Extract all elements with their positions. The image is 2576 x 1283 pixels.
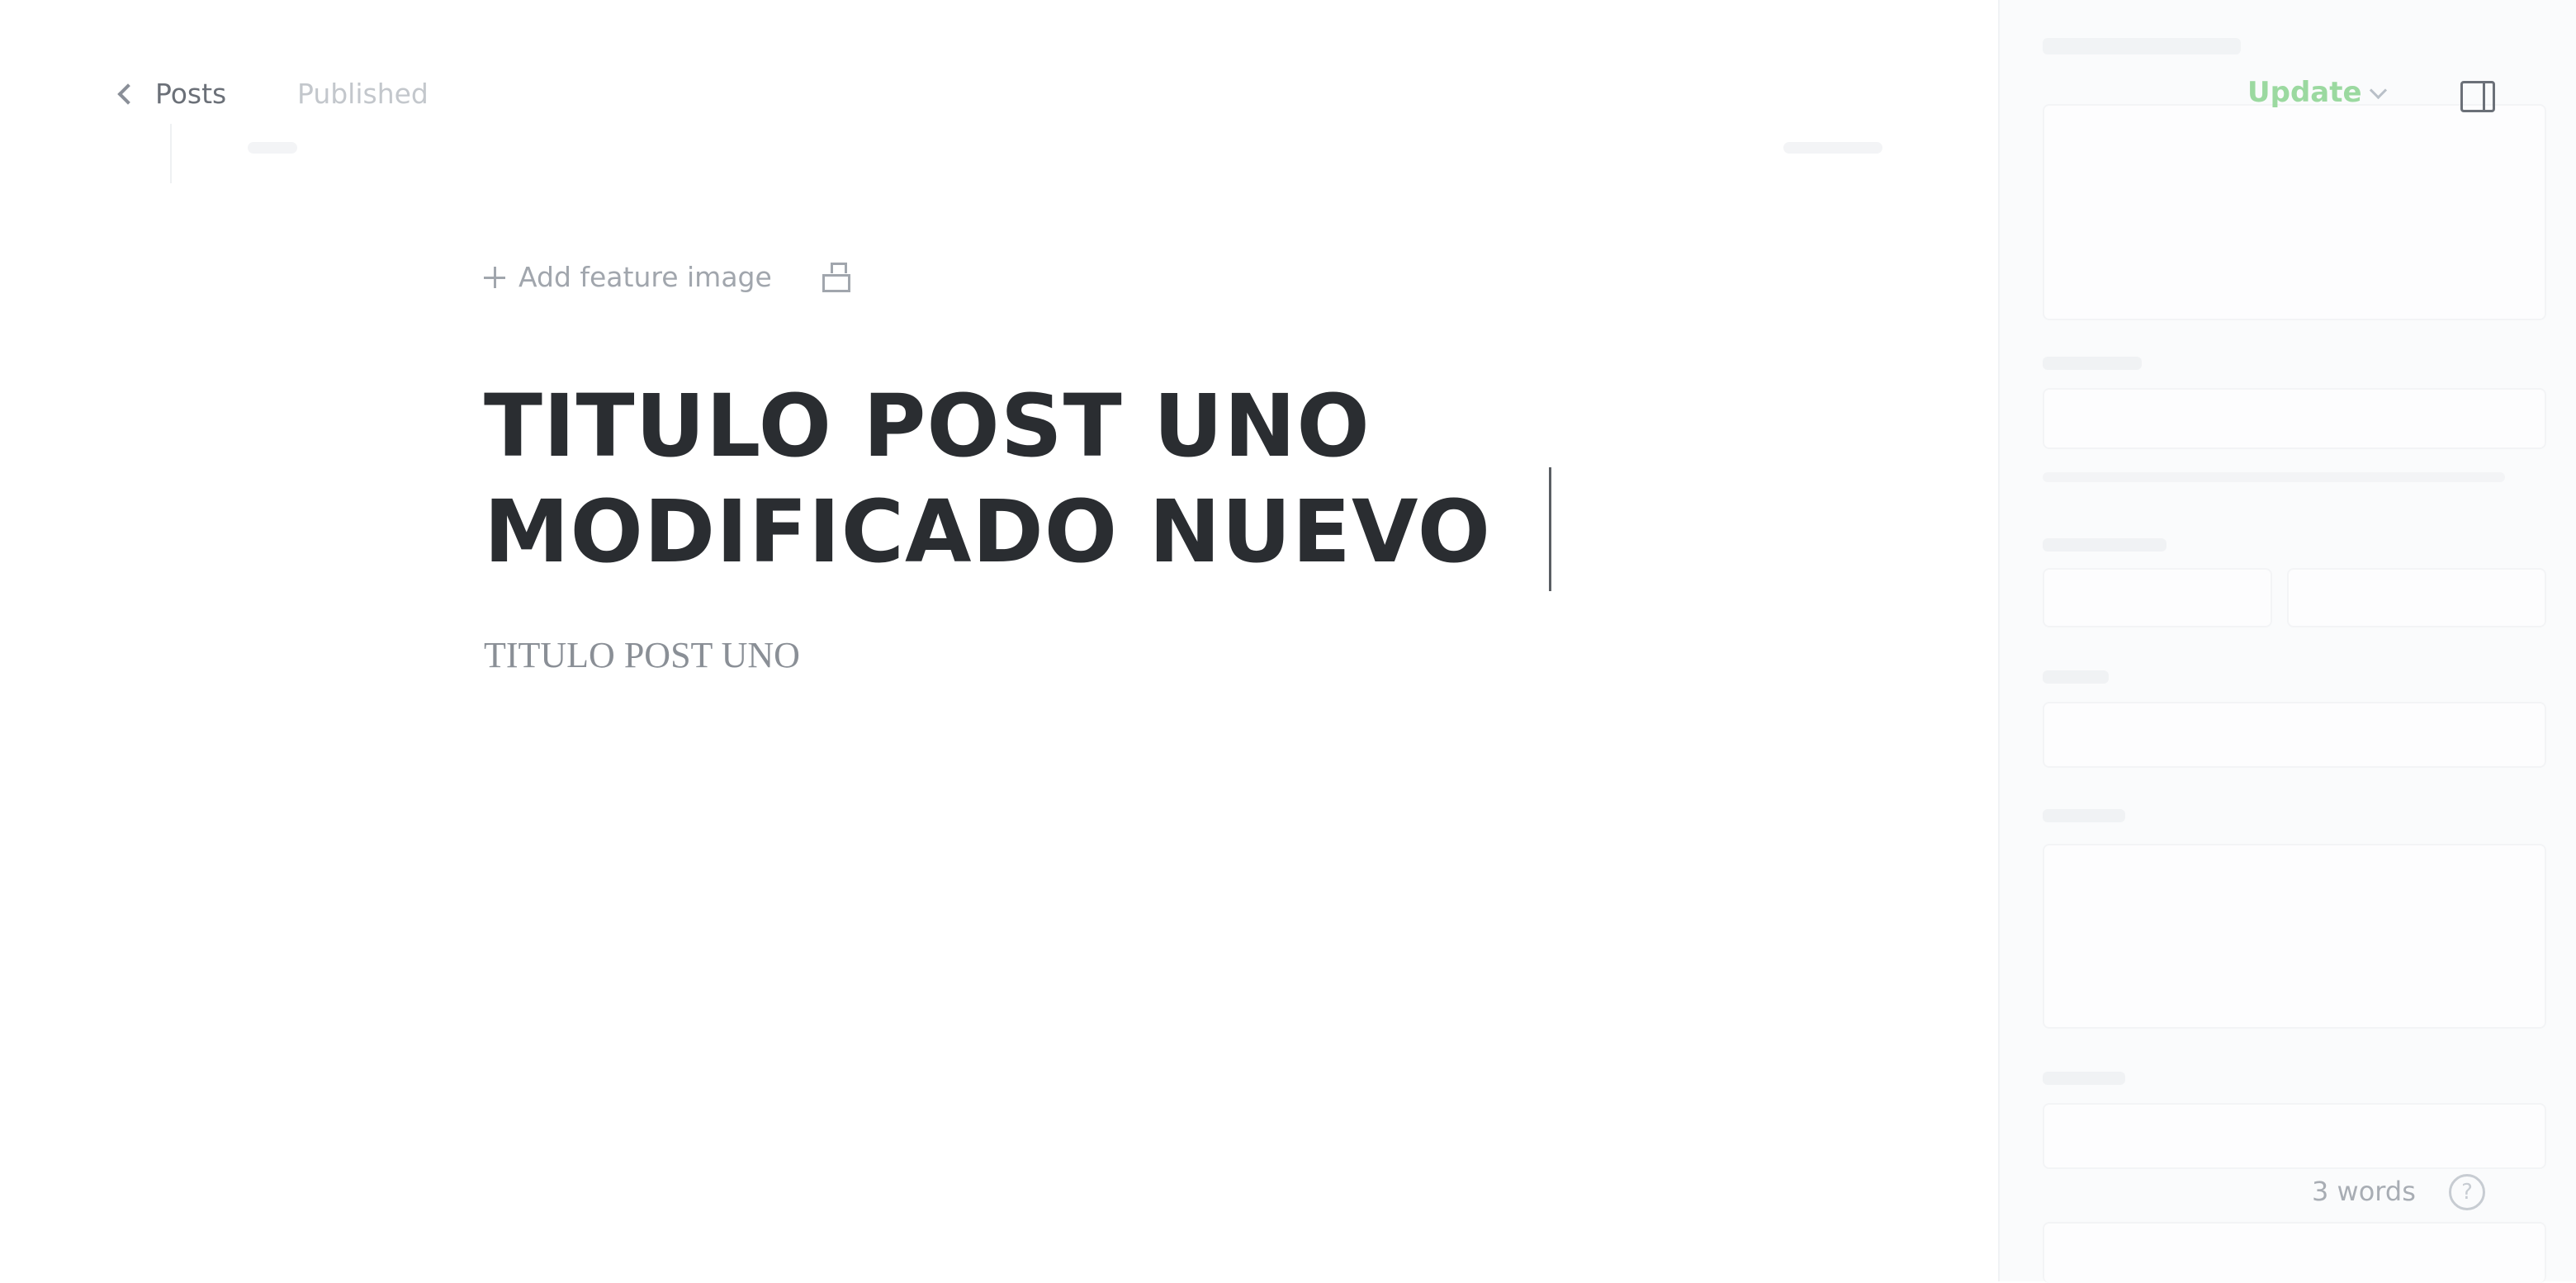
ghost-line — [1783, 142, 1882, 154]
field-label-placeholder — [2043, 670, 2109, 684]
publish-time-field[interactable] — [2287, 568, 2546, 627]
back-to-posts-link[interactable]: Posts — [117, 78, 227, 110]
ghost-line — [248, 142, 297, 154]
ghost-divider — [170, 124, 172, 183]
update-button[interactable]: Update — [2247, 76, 2387, 109]
field-label-placeholder — [2043, 357, 2142, 370]
publish-date-field[interactable] — [2043, 568, 2272, 627]
chevron-down-icon — [2369, 81, 2387, 99]
field-label-placeholder — [2043, 538, 2166, 552]
sidebar-title-placeholder — [2043, 38, 2241, 54]
field-label-placeholder — [2043, 1072, 2125, 1085]
post-title-input[interactable]: TITULO POST UNO MODIFICADO NUEVO — [484, 373, 1574, 585]
unsplash-icon[interactable] — [822, 263, 850, 292]
authors-field[interactable] — [2043, 1103, 2546, 1169]
url-field[interactable] — [2043, 388, 2546, 449]
text-cursor — [1549, 467, 1551, 591]
post-body-text[interactable]: TITULO POST UNO — [484, 634, 800, 676]
add-feature-image-label: Add feature image — [519, 261, 772, 293]
url-hint-placeholder — [2043, 472, 2505, 482]
background-ghost-text — [33, 25, 1007, 54]
excerpt-field[interactable] — [2043, 844, 2546, 1029]
post-status: Published — [297, 78, 429, 110]
feature-image-panel[interactable] — [2043, 104, 2546, 320]
add-feature-image-button[interactable]: Add feature image — [484, 261, 772, 293]
chevron-left-icon — [117, 83, 139, 105]
update-label: Update — [2247, 76, 2362, 109]
tags-field[interactable] — [2043, 702, 2546, 768]
word-count: 3 words — [2312, 1176, 2416, 1207]
field-label-placeholder — [2043, 809, 2125, 822]
back-label: Posts — [155, 78, 227, 110]
sidebar-toggle-icon[interactable] — [2460, 81, 2495, 112]
template-field[interactable] — [2043, 1222, 2546, 1283]
plus-icon — [484, 266, 505, 288]
help-icon[interactable]: ? — [2449, 1174, 2485, 1210]
